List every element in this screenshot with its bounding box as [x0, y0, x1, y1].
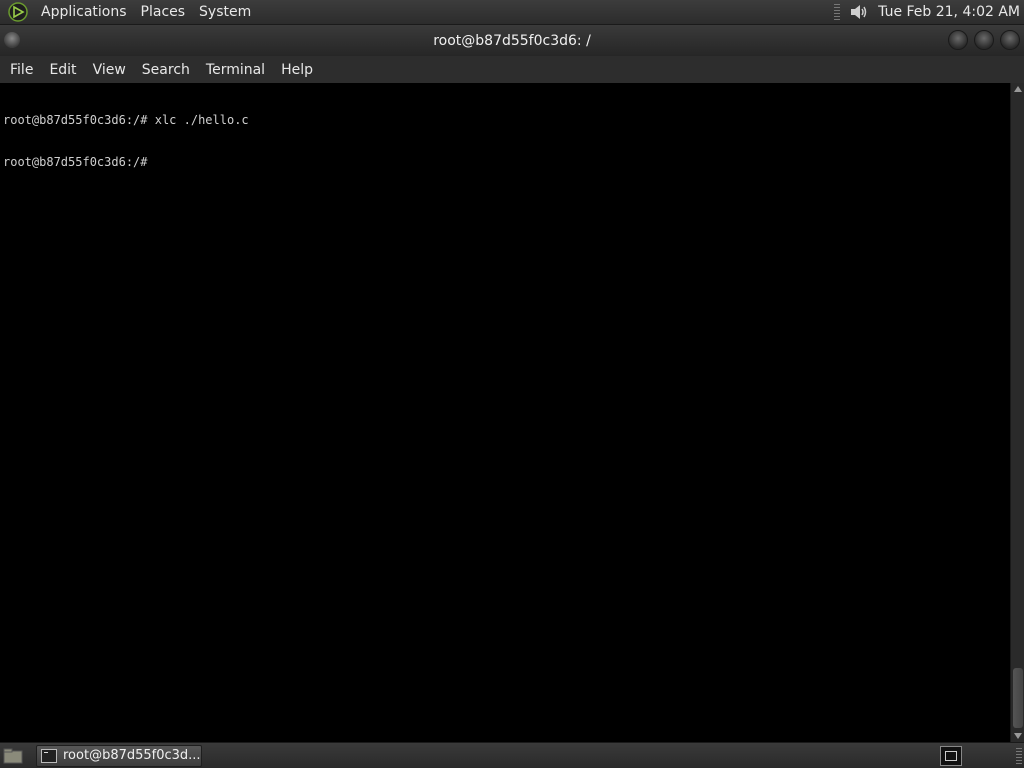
distro-logo-icon[interactable] — [7, 1, 29, 23]
terminal-output[interactable]: root@b87d55f0c3d6:/# xlc ./hello.c root@… — [0, 83, 1010, 742]
workspace-switcher[interactable] — [940, 745, 962, 766]
bottom-panel: root@b87d55f0c3d... — [0, 742, 1024, 768]
scroll-down-arrow-icon[interactable] — [1011, 730, 1024, 742]
terminal-line: root@b87d55f0c3d6:/# xlc ./hello.c — [3, 113, 249, 127]
terminal-icon — [41, 748, 57, 763]
menu-file[interactable]: File — [2, 62, 41, 78]
taskbar-terminal-label: root@b87d55f0c3d... — [63, 748, 201, 763]
clock[interactable]: Tue Feb 21, 4:02 AM — [878, 4, 1024, 20]
window-menu-button[interactable] — [4, 32, 20, 48]
volume-icon[interactable] — [848, 1, 870, 23]
scroll-up-arrow-icon[interactable] — [1011, 83, 1024, 95]
menu-view[interactable]: View — [85, 62, 134, 78]
close-button[interactable] — [1000, 30, 1020, 50]
show-desktop-icon[interactable] — [2, 746, 24, 766]
terminal-line: root@b87d55f0c3d6:/# — [3, 155, 148, 169]
menu-help[interactable]: Help — [273, 62, 321, 78]
applications-menu[interactable]: Applications — [34, 4, 134, 20]
window-controls — [948, 30, 1020, 50]
maximize-button[interactable] — [974, 30, 994, 50]
terminal-scrollbar[interactable] — [1010, 83, 1024, 742]
terminal-menubar: File Edit View Search Terminal Help — [0, 56, 1024, 83]
places-menu[interactable]: Places — [134, 4, 193, 20]
system-menu[interactable]: System — [192, 4, 258, 20]
scrollbar-thumb[interactable] — [1013, 668, 1023, 728]
taskbar-terminal-button[interactable]: root@b87d55f0c3d... — [36, 744, 202, 767]
menu-terminal[interactable]: Terminal — [198, 62, 273, 78]
minimize-button[interactable] — [948, 30, 968, 50]
panel-grip-icon — [1016, 748, 1022, 764]
panel-grip-icon — [834, 4, 841, 20]
window-title: root@b87d55f0c3d6: / — [433, 32, 591, 49]
window-titlebar[interactable]: root@b87d55f0c3d6: / — [0, 25, 1024, 56]
menu-edit[interactable]: Edit — [41, 62, 84, 78]
menu-search[interactable]: Search — [134, 62, 198, 78]
top-panel: Applications Places System Tue Feb 21, 4… — [0, 0, 1024, 25]
